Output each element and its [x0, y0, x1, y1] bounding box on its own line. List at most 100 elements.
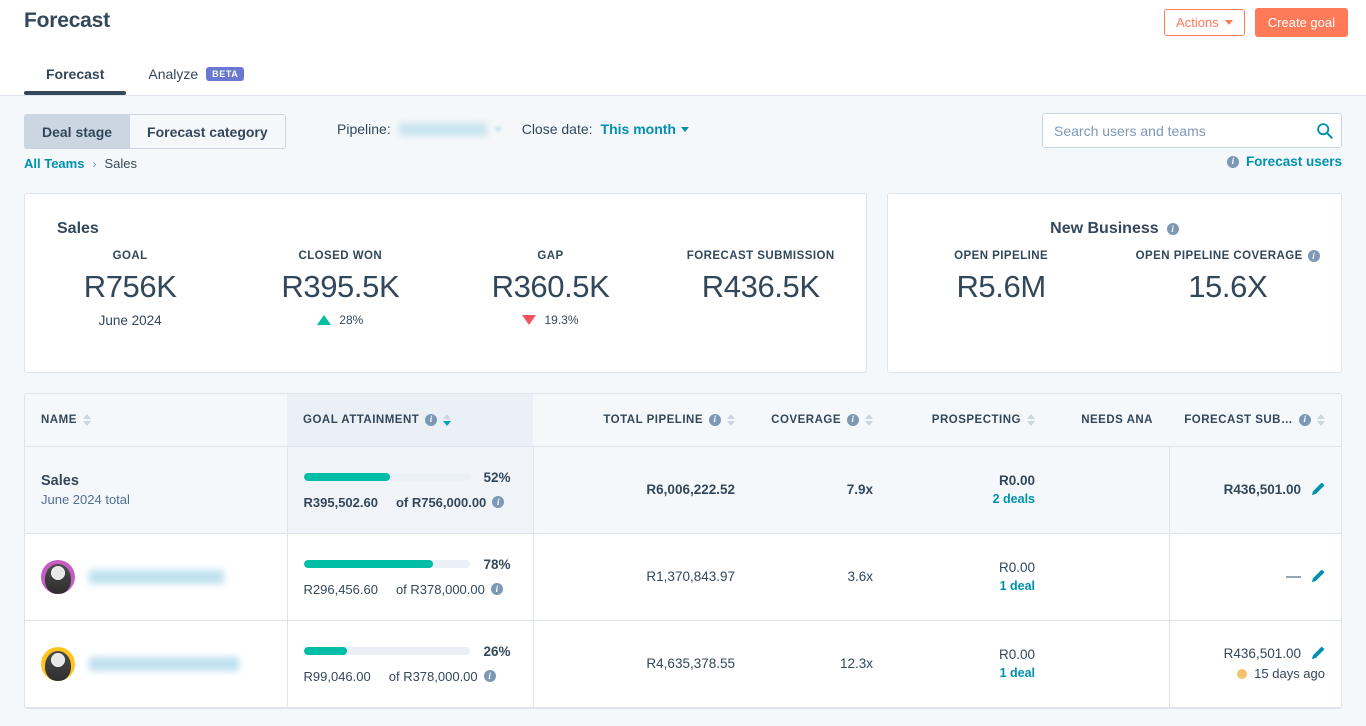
metric-goal-label: GOAL — [112, 250, 148, 262]
cell-forecast-submission: R436,501.00 15 days ago — [1168, 620, 1341, 708]
col-header-name[interactable]: NAME — [25, 394, 287, 447]
cell-needs-analysis — [1051, 446, 1169, 534]
toggle-deal-stage[interactable]: Deal stage — [25, 115, 130, 148]
metric-forecast-submission-label: FORECAST SUBMISSION — [686, 250, 835, 262]
info-icon[interactable]: i — [847, 413, 859, 426]
cell-needs-analysis — [1051, 533, 1169, 621]
prospecting-stack: R0.00 1 deal — [905, 560, 1035, 593]
info-icon: i — [1226, 155, 1239, 168]
cell-name — [25, 533, 287, 621]
sort-toggle-coverage[interactable] — [865, 413, 873, 426]
info-icon[interactable]: i — [1166, 223, 1179, 235]
trend-up-icon — [317, 315, 332, 325]
breadcrumb-all-teams[interactable]: All Teams — [24, 156, 84, 171]
forecast-table: NAME GOAL ATTAINMENT i TOTAL PIPELINE i — [25, 394, 1341, 708]
attainment-actual: R296,456.60 — [303, 581, 378, 597]
tab-forecast[interactable]: Forecast — [24, 66, 127, 95]
attainment-goal-group: of R378,000.00 i — [396, 582, 503, 597]
prospecting-amount: R0.00 — [998, 473, 1035, 488]
col-header-coverage[interactable]: COVERAGE i — [751, 394, 889, 447]
cell-prospecting: R0.00 2 deals — [889, 446, 1051, 534]
info-icon[interactable]: i — [425, 413, 438, 426]
breadcrumb: All Teams › Sales — [24, 156, 137, 171]
info-icon[interactable]: i — [492, 496, 505, 508]
search-icon — [1316, 123, 1333, 139]
metric-open-pipeline-coverage-value: 15.6X — [1188, 269, 1268, 304]
avatar — [41, 559, 75, 594]
col-header-goal-attainment[interactable]: GOAL ATTAINMENT i — [287, 394, 533, 447]
info-icon[interactable]: i — [1299, 413, 1311, 426]
info-icon[interactable]: i — [709, 413, 721, 426]
metric-closed-won-delta-value: 28% — [339, 313, 364, 327]
status-dot-icon — [1237, 668, 1248, 679]
new-business-card: New Business i OPEN PIPELINE R5.6M OPEN … — [886, 193, 1342, 373]
attainment-detail-row: R99,046.00 of R378,000.00 i — [304, 669, 517, 684]
col-header-prospecting[interactable]: PROSPECTING — [889, 394, 1051, 447]
team-name-block: Sales June 2024 total — [41, 473, 271, 507]
forecast-table-container: NAME GOAL ATTAINMENT i TOTAL PIPELINE i — [24, 393, 1342, 709]
forecast-users-link[interactable]: i Forecast users — [1226, 154, 1342, 169]
create-goal-button[interactable]: Create goal — [1254, 8, 1348, 37]
info-icon[interactable]: i — [483, 670, 496, 682]
cell-coverage: 12.3x — [751, 620, 889, 708]
actions-button-label: Actions — [1176, 15, 1219, 30]
metric-open-pipeline-coverage-label: OPEN PIPELINE COVERAGE i — [1114, 250, 1341, 262]
cell-coverage: 3.6x — [751, 533, 889, 621]
metric-open-pipeline: OPEN PIPELINE R5.6M — [888, 250, 1115, 305]
new-business-card-title-text: New Business — [1050, 220, 1159, 237]
metric-closed-won-value: R395.5K — [281, 269, 400, 304]
info-icon[interactable]: i — [490, 583, 503, 595]
attainment-goal-group: of R756,000.00 i — [395, 494, 505, 510]
sort-toggle-name[interactable] — [82, 413, 91, 426]
app-header: Forecast Actions Create goal Forecast An… — [0, 0, 1366, 96]
toggle-forecast-category[interactable]: Forecast category — [129, 115, 285, 148]
info-icon[interactable]: i — [1307, 250, 1320, 262]
col-header-total-pipeline[interactable]: TOTAL PIPELINE i — [533, 394, 751, 447]
pencil-icon[interactable] — [1310, 646, 1325, 661]
progress-bar-fill — [303, 647, 347, 655]
search-button[interactable] — [1307, 114, 1341, 147]
tab-forecast-label: Forecast — [46, 66, 105, 82]
table-row[interactable]: 78% R296,456.60 of R378,000.00 i R1,370,… — [25, 533, 1341, 621]
attainment-percent: 52% — [483, 469, 511, 485]
search-input[interactable] — [1042, 113, 1342, 148]
col-header-forecast-submission[interactable]: FORECAST SUB… i — [1169, 394, 1341, 447]
attainment-bar-row: 78% — [303, 557, 517, 572]
sort-toggle-forecast-submission[interactable] — [1317, 413, 1325, 426]
prospecting-amount: R0.00 — [998, 560, 1035, 575]
col-header-forecast-submission-label: FORECAST SUB… — [1184, 413, 1293, 426]
sort-toggle-prospecting[interactable] — [1027, 413, 1035, 426]
forecast-table-body: Sales June 2024 total 52% R395,502.60 of… — [25, 446, 1341, 708]
actions-button[interactable]: Actions — [1164, 9, 1245, 36]
forecast-submission-amount: R436,501.00 — [1223, 646, 1301, 661]
cell-total-pipeline: R1,370,843.97 — [533, 533, 751, 621]
cell-name — [25, 620, 287, 708]
tab-analyze[interactable]: Analyze BETA — [126, 67, 266, 95]
metric-closed-won: CLOSED WON R395.5K 28% — [235, 250, 445, 328]
attainment-goal: of R378,000.00 — [388, 668, 478, 684]
table-row[interactable]: Sales June 2024 total 52% R395,502.60 of… — [25, 446, 1341, 534]
cell-name: Sales June 2024 total — [25, 446, 287, 534]
col-header-needs-analysis[interactable]: NEEDS ANA — [1051, 394, 1169, 447]
table-row[interactable]: 26% R99,046.00 of R378,000.00 i R4,635,3… — [25, 620, 1341, 708]
user-name-block[interactable] — [41, 646, 271, 681]
metric-gap-value: R360.5K — [491, 269, 610, 304]
sort-toggle-goal-attainment[interactable] — [443, 413, 452, 426]
prospecting-deals-link[interactable]: 1 deal — [905, 579, 1035, 593]
breadcrumb-current: Sales — [104, 156, 137, 171]
prospecting-deals-link[interactable]: 2 deals — [905, 492, 1035, 506]
prospecting-deals-link[interactable]: 1 deal — [905, 666, 1035, 680]
new-business-metrics: OPEN PIPELINE R5.6M OPEN PIPELINE COVERA… — [888, 250, 1341, 305]
pencil-icon[interactable] — [1310, 569, 1325, 584]
sort-toggle-total-pipeline[interactable] — [727, 413, 735, 426]
pencil-icon[interactable] — [1310, 482, 1325, 497]
forecast-value-row: — — [1186, 568, 1326, 585]
team-name-subtitle: June 2024 total — [41, 491, 130, 507]
page-title: Forecast — [24, 9, 110, 32]
attainment-actual: R99,046.00 — [303, 668, 371, 684]
attainment-goal: of R756,000.00 — [395, 494, 487, 510]
pipeline-filter-select[interactable] — [398, 122, 502, 136]
close-date-filter-select[interactable]: This month — [601, 121, 689, 137]
user-name-block[interactable] — [41, 559, 271, 594]
col-header-coverage-label: COVERAGE — [771, 413, 841, 426]
